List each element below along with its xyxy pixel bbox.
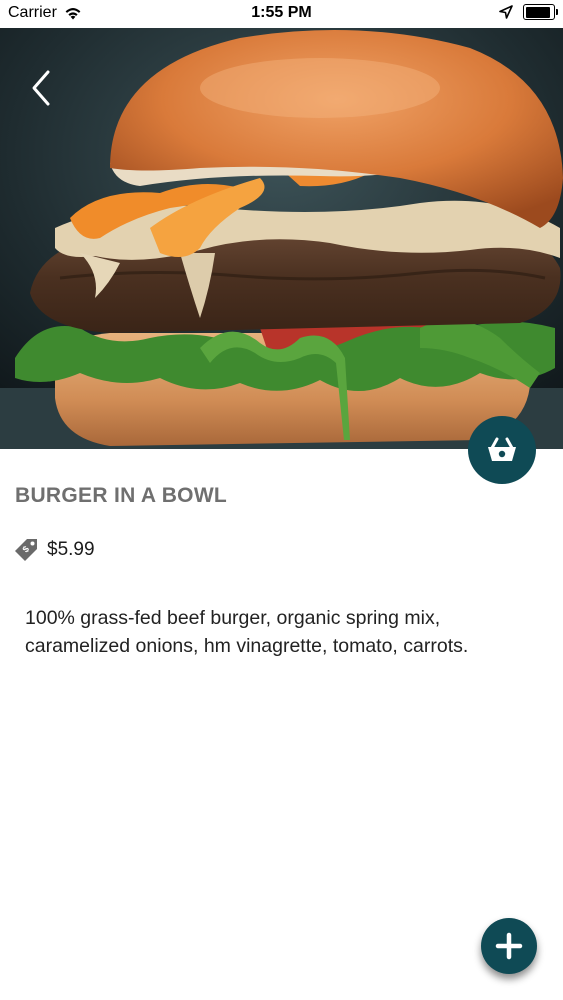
- burger-photo: [0, 28, 563, 449]
- product-title: BURGER IN A BOWL: [15, 484, 228, 507]
- add-button[interactable]: [481, 918, 537, 974]
- back-button[interactable]: [22, 68, 62, 108]
- price-tag-icon: $: [13, 537, 39, 563]
- battery-icon: [523, 4, 558, 20]
- status-bar: Carrier 1:55 PM: [0, 0, 563, 28]
- product-description: 100% grass-fed beef burger, organic spri…: [25, 607, 469, 657]
- location-arrow-icon: [499, 5, 513, 19]
- cart-button[interactable]: [468, 416, 536, 484]
- plus-icon: [495, 932, 523, 960]
- price-row: $ $5.99: [13, 537, 95, 563]
- basket-icon: [488, 437, 516, 461]
- product-image: [0, 28, 563, 449]
- chevron-left-icon: [32, 70, 50, 106]
- battery-level: [525, 6, 550, 18]
- status-right: [499, 4, 558, 20]
- clock: 1:55 PM: [251, 4, 312, 21]
- price-label: $5.99: [47, 539, 95, 560]
- product-detail-screen: Carrier 1:55 PM BURGER IN A BOWL $ $5.99…: [0, 0, 563, 1000]
